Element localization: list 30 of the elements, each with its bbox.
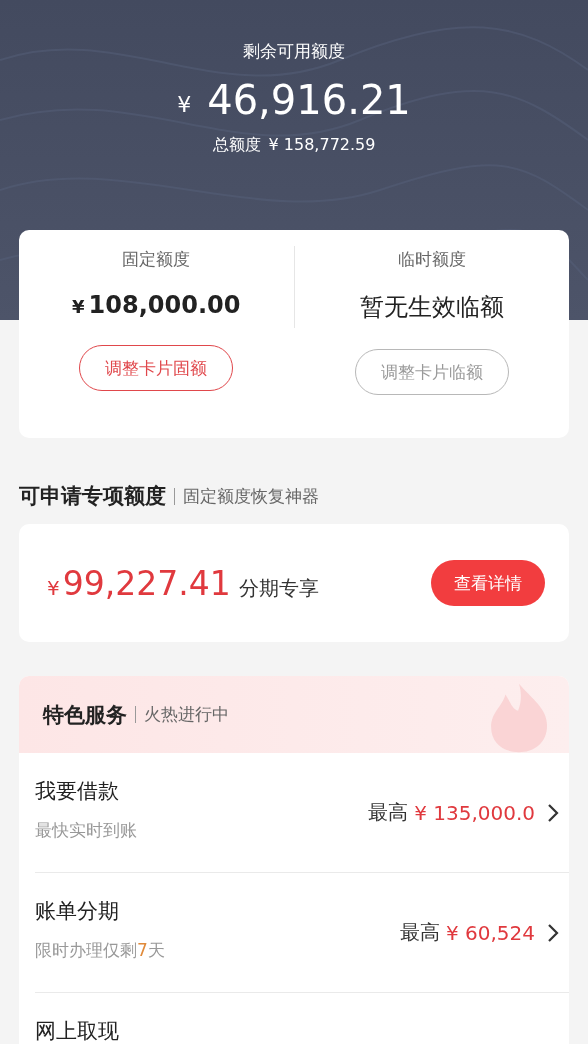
- service-subtitle: 最快实时到账: [35, 819, 137, 842]
- service-subtitle: 限时办理仅剩7天: [35, 939, 165, 962]
- features-title: 特色服务: [43, 701, 127, 729]
- service-title: 账单分期: [35, 898, 120, 925]
- service-row[interactable]: 账单分期 限时办理仅剩7天 最高 ¥ 60,524: [35, 873, 569, 993]
- limit-label: 临时额度: [397, 248, 466, 271]
- chevron-right-icon: [547, 802, 559, 823]
- service-row[interactable]: 网上取现: [35, 993, 569, 1044]
- limit-value: 暂无生效临额: [359, 292, 504, 323]
- available-limit-amount: ¥ 46,916.21: [177, 77, 411, 123]
- adjust-limit-button[interactable]: 调整卡片固额: [79, 345, 234, 391]
- service-row[interactable]: 我要借款 最快实时到账 最高 ¥ 135,000.0: [35, 753, 569, 873]
- special-amount: ¥99,227.41: [47, 563, 231, 603]
- features-subtitle: 火热进行中: [144, 703, 229, 726]
- available-limit-label: 剩余可用额度: [243, 40, 345, 63]
- total-limit-amount: ¥ 158,772.59: [268, 135, 376, 156]
- limit-value: ¥ 108,000.00: [72, 291, 241, 319]
- max-amount: ¥ 60,524: [445, 920, 535, 945]
- chevron-right-icon: [547, 922, 559, 943]
- total-limit-label: 总额度: [212, 135, 261, 156]
- max-label: 最高: [368, 799, 409, 826]
- limit-label: 固定额度: [122, 248, 191, 271]
- section-title: 可申请专项额度: [19, 483, 166, 510]
- view-details-button[interactable]: 查看详情: [431, 560, 545, 606]
- section-subtitle: 固定额度恢复神器: [183, 484, 319, 508]
- service-title: 网上取现: [35, 1018, 119, 1044]
- service-title: 我要借款: [35, 778, 120, 805]
- max-label: 最高: [399, 919, 440, 946]
- max-amount: ¥ 135,000.0: [414, 800, 535, 825]
- special-note: 分期专享: [238, 574, 319, 602]
